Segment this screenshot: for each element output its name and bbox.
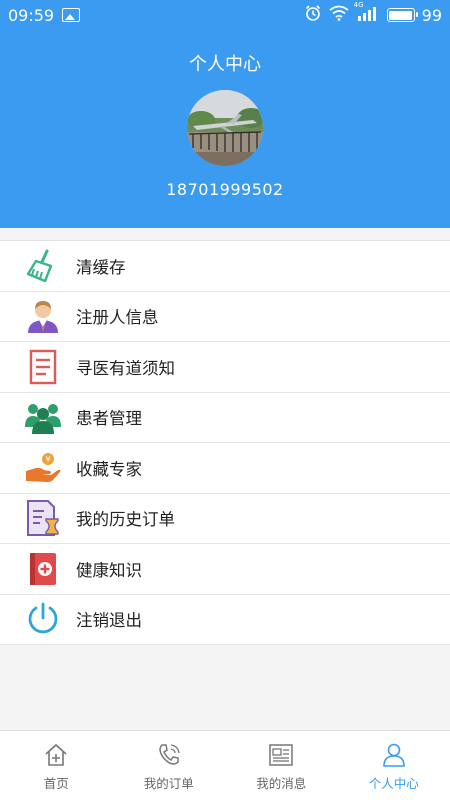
hand-coin-icon: ¥	[23, 448, 63, 488]
tab-label: 我的订单	[143, 776, 194, 791]
menu-item-registrant-info[interactable]: 注册人信息	[0, 292, 450, 342]
cellular-signal-icon: 4G	[354, 1, 380, 25]
power-icon	[23, 599, 63, 639]
menu-item-patient-management[interactable]: 患者管理	[0, 393, 450, 443]
person-icon	[23, 296, 63, 336]
order-history-icon	[23, 498, 63, 538]
tab-label: 首页	[43, 776, 69, 791]
tab-my-messages[interactable]: 我的消息	[225, 731, 338, 800]
menu-item-clear-cache[interactable]: 清缓存	[0, 241, 450, 292]
menu-item-logout[interactable]: 注销退出	[0, 595, 450, 645]
tab-label: 个人中心	[368, 776, 419, 791]
broom-icon	[23, 246, 63, 286]
home-icon	[42, 741, 70, 769]
menu-item-label: 患者管理	[76, 409, 142, 429]
group-icon	[23, 397, 63, 437]
tab-home[interactable]: 首页	[0, 731, 113, 800]
news-icon	[267, 741, 295, 769]
battery-level: 99	[421, 5, 442, 25]
user-icon	[380, 741, 408, 769]
menu-item-label: 收藏专家	[76, 459, 142, 479]
menu-item-favorite-experts[interactable]: ¥ 收藏专家	[0, 443, 450, 494]
svg-text:¥: ¥	[45, 455, 50, 464]
tab-label: 我的消息	[256, 776, 307, 791]
tab-personal-center[interactable]: 个人中心	[338, 731, 450, 800]
status-time: 09:59	[8, 5, 55, 25]
wifi-icon	[329, 5, 349, 25]
medical-book-icon	[23, 549, 63, 589]
image-notification-icon	[62, 8, 81, 22]
avatar[interactable]	[187, 90, 263, 166]
page-title: 个人中心	[189, 54, 261, 75]
menu-item-label: 注册人信息	[76, 308, 159, 328]
menu-item-label: 我的历史订单	[76, 510, 175, 530]
document-icon	[23, 347, 63, 387]
menu-item-label: 注销退出	[76, 611, 142, 631]
bottom-tab-bar: 首页 我的订单 我的消息 个人中心	[0, 730, 450, 800]
status-bar: 09:59 4G 99	[0, 0, 450, 30]
alarm-icon	[304, 4, 322, 26]
profile-header: 09:59 4G 99 个人中心 18701999502	[0, 0, 450, 228]
phone-icon	[155, 741, 183, 769]
menu-item-label: 健康知识	[76, 560, 142, 580]
menu-item-order-history[interactable]: 我的历史订单	[0, 494, 450, 544]
tab-my-orders[interactable]: 我的订单	[113, 731, 226, 800]
menu-item-notice[interactable]: 寻医有道须知	[0, 342, 450, 393]
profile-menu: 清缓存 注册人信息 寻医有道须知 患者管理 ¥ 收藏专家 我的历史订单 健康知识…	[0, 240, 450, 645]
battery-icon	[386, 8, 418, 22]
menu-item-label: 清缓存	[76, 257, 126, 277]
network-type: 4G	[353, 1, 364, 9]
menu-item-label: 寻医有道须知	[76, 358, 175, 378]
user-phone-number: 18701999502	[166, 180, 284, 199]
menu-item-health-knowledge[interactable]: 健康知识	[0, 544, 450, 595]
